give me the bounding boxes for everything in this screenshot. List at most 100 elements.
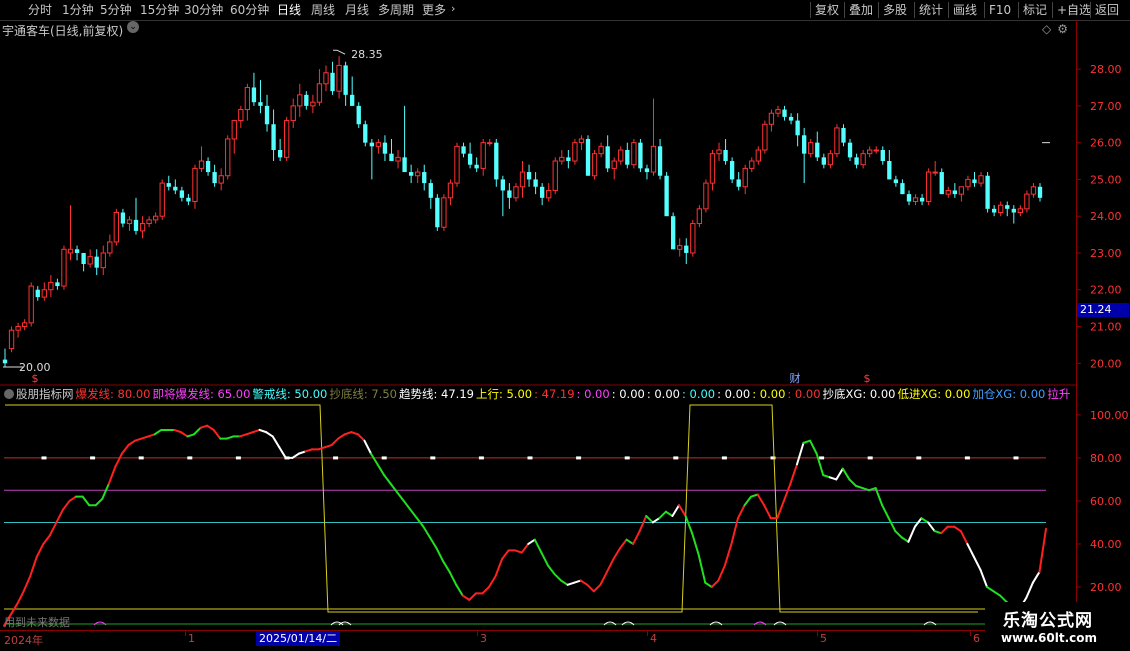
candle-body-down [847, 142, 853, 158]
trend-line-segment [881, 504, 890, 520]
candle-body-down [507, 190, 512, 198]
finance-marker: 财 [790, 371, 801, 385]
candle-body-up [447, 182, 454, 199]
level-dot [867, 456, 873, 460]
trend-line-segment [55, 508, 64, 524]
candle-body-down [821, 157, 826, 165]
trend-line-segment [127, 439, 137, 447]
trend-line-segment [750, 493, 759, 498]
level-dot [770, 456, 776, 460]
candle-body-down [684, 245, 689, 253]
candle-body-up [650, 145, 657, 173]
chart-tool-icons[interactable]: ◇⚙ [1042, 22, 1074, 36]
date-tick-mark [817, 631, 818, 636]
candle-body-down [212, 172, 217, 184]
candle-body-down [644, 168, 650, 173]
candle-body-up [945, 189, 951, 195]
price-tick-label: 28.00 [1090, 63, 1122, 76]
trend-line-segment [887, 517, 897, 533]
trend-line-segment [927, 521, 936, 533]
trend-line-segment [435, 547, 445, 563]
trend-line-segment [337, 433, 346, 440]
candle-body-down [854, 157, 859, 165]
date-axis-label: 6 [973, 632, 980, 645]
candle-body-up [690, 223, 696, 254]
candle-body-up [978, 175, 984, 184]
candle-body-down [880, 150, 885, 162]
trend-line-segment [907, 525, 916, 543]
trend-line-segment [540, 551, 549, 567]
candle-body-down [133, 219, 139, 231]
date-axis-label: 4 [650, 632, 657, 645]
trend-line-segment [120, 444, 130, 455]
trend-line-segment [560, 579, 569, 586]
trend-line-segment [350, 431, 359, 436]
candle-body-up [618, 149, 624, 162]
trend-line-segment [959, 530, 969, 545]
candle-body-down [343, 65, 348, 95]
trend-line-segment [632, 530, 641, 545]
trend-line-segment [252, 428, 261, 434]
trend-line-segment [992, 590, 1002, 597]
candle-body-up [218, 175, 224, 184]
candle-body-down [1037, 186, 1043, 198]
indicator-tick-label: 20.00 [1090, 581, 1122, 594]
price-tick-label: 27.00 [1090, 100, 1122, 113]
trend-line-segment [199, 424, 209, 429]
candle-body-up [925, 171, 932, 202]
candle-body-down [952, 190, 958, 195]
watermark-url: www.60lt.com [1001, 631, 1098, 645]
candle-body-up [1017, 208, 1024, 214]
candle-body-up [546, 189, 552, 199]
candle-body-down [887, 161, 892, 180]
settings-icon[interactable]: ⚙ [1057, 22, 1074, 36]
indicator-tick-label: 40.00 [1090, 538, 1122, 551]
candle-body-down [900, 183, 905, 195]
date-tick-mark [185, 631, 186, 636]
candle-body-up [225, 138, 231, 177]
trend-line-segment [42, 534, 51, 545]
candle-body-up [454, 145, 460, 184]
trend-line-segment [22, 575, 32, 593]
indicator-tick-label: 80.00 [1090, 452, 1122, 465]
trend-line-segment [802, 439, 812, 444]
candle-body-down [408, 172, 414, 176]
indicator-param: 趋势线: 47.19 [399, 387, 474, 401]
trend-line-segment [920, 517, 930, 524]
candle-body-down [919, 197, 925, 202]
candle-body-down [389, 153, 394, 162]
candle-body-down [258, 102, 263, 106]
trend-line-segment [717, 564, 726, 582]
trend-line-segment [147, 433, 156, 438]
candle-body-down [435, 197, 440, 228]
candle-body-up [316, 83, 323, 103]
candle-body-up [709, 153, 716, 184]
watermark-title: 乐淘公式网 [1003, 611, 1093, 631]
trend-line-segment [736, 504, 746, 520]
candle-body-down [1005, 205, 1010, 209]
candle-body-up [113, 212, 120, 243]
trend-line-segment [291, 452, 300, 459]
watermark: 乐淘公式网 www.60lt.com [985, 602, 1130, 650]
trend-line-segment [245, 431, 255, 436]
candle-body-down [461, 146, 466, 154]
level-dot [819, 456, 825, 460]
trend-line-segment [900, 536, 910, 543]
trend-line-segment [402, 499, 412, 511]
trend-line-segment [841, 467, 851, 481]
diamond-icon[interactable]: ◇ [1042, 22, 1057, 36]
trend-line-segment [953, 525, 962, 533]
indicator-header: 股朋指标网 爆发线: 80.00 即将爆发线: 65.00 警戒线: 50.00 抄底线… [0, 386, 1076, 402]
trend-line-segment [854, 484, 864, 490]
indicator-menu-icon[interactable] [4, 389, 14, 399]
candle-body-up [591, 153, 598, 177]
candle-body-up [480, 142, 486, 169]
candle-body-down [179, 190, 185, 198]
selected-date-label: 2025/01/14/二 [256, 631, 341, 646]
candle-body-down [277, 150, 283, 158]
trend-line-segment [343, 431, 353, 436]
current-price-label: 21.24 [1077, 303, 1129, 317]
candle-body-up [762, 123, 768, 151]
trend-line-segment [763, 504, 772, 520]
candle-body-down [363, 124, 368, 143]
